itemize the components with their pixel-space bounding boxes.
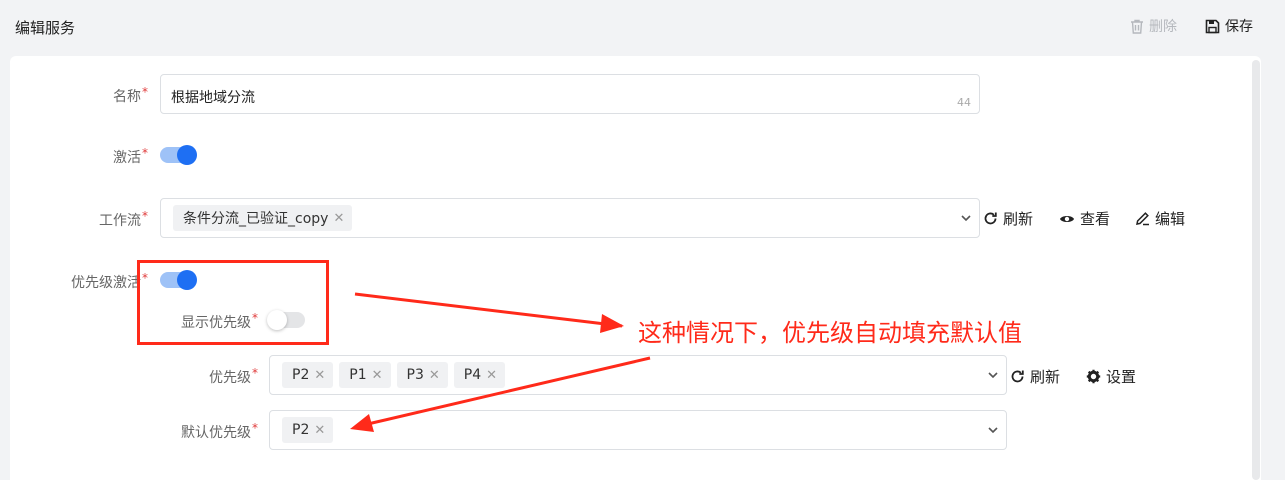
annotation-arrow-right [354, 292, 623, 328]
annotation-arrowhead [600, 314, 624, 333]
annotation-text: 这种情况下，优先级自动填充默认值 [638, 319, 1022, 347]
annotation-arrow-left [354, 356, 651, 429]
annotation-arrowhead [350, 414, 374, 432]
annotation-arrows [350, 292, 651, 432]
